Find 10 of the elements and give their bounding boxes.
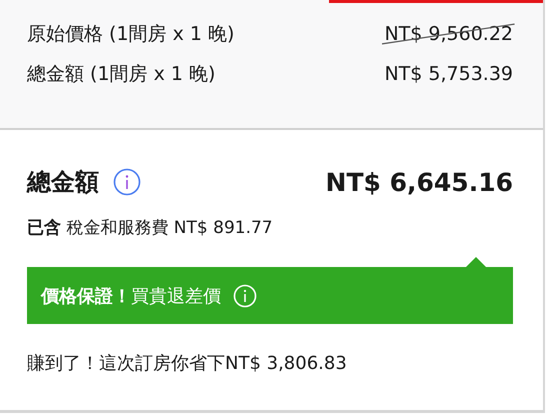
price-value: NT$ 5,753.39 — [384, 62, 513, 87]
total-label: 總金額 — [27, 167, 99, 198]
price-value: NT$ 9,560.22 — [384, 22, 513, 47]
guarantee-text: 價格保證！買貴退差價 — [41, 284, 221, 308]
total-price: NT$ 6,645.16 — [326, 168, 513, 196]
tax-note: 已含 稅金和服務費 NT$ 891.77 — [27, 217, 274, 239]
info-icon[interactable] — [113, 168, 141, 196]
price-label: 總金額 (1間房 x 1 晚) — [27, 62, 216, 87]
savings-text: 賺到了！這次訂房你省下NT$ 3,806.83 — [27, 352, 348, 375]
price-label: 原始價格 (1間房 x 1 晚) — [27, 22, 234, 47]
